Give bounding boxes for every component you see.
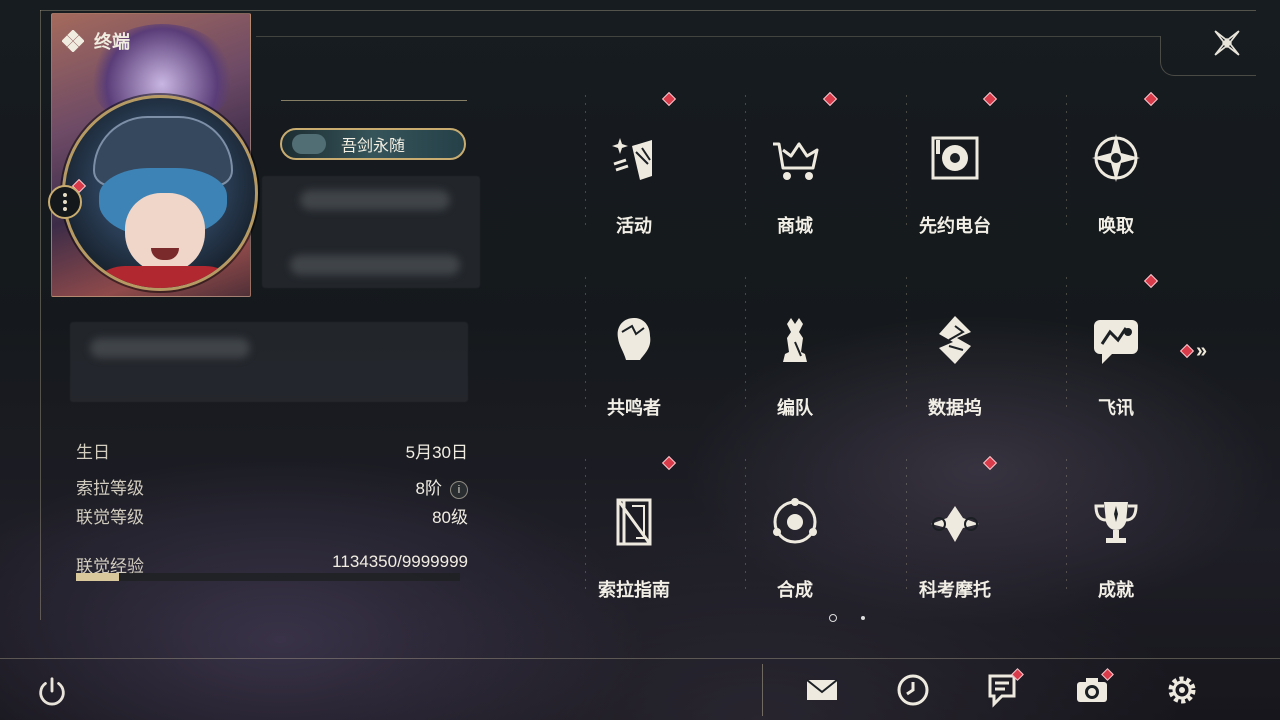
power-icon	[39, 677, 65, 706]
menu-item-label: 共鸣者	[607, 398, 661, 418]
grid-separator	[906, 277, 907, 412]
data-dock-icon	[923, 310, 987, 370]
name-divider	[281, 100, 467, 101]
grid-separator	[1066, 95, 1067, 230]
menu-item-trophy[interactable]: 成就	[1046, 452, 1186, 602]
signature-box[interactable]	[70, 322, 468, 402]
menu-item-label: 先约电台	[919, 216, 991, 236]
guide-book-icon	[602, 492, 666, 552]
notification-badge	[982, 455, 998, 471]
grid-separator	[585, 277, 586, 412]
next-page-button[interactable]: »	[1179, 339, 1222, 362]
double-chevron-right-icon: »	[1196, 339, 1207, 362]
exp-progress-bar	[76, 573, 460, 581]
chess-pieces-icon	[763, 310, 827, 370]
menu-item-label: 成就	[1098, 580, 1134, 600]
notes-button[interactable]	[980, 668, 1024, 712]
notification-badge	[982, 91, 998, 107]
menu-item-chess-pieces[interactable]: 编队	[725, 270, 865, 420]
synthesis-orbit-icon	[763, 492, 827, 552]
settings-gear-button[interactable]	[1160, 668, 1204, 712]
compass-star-icon	[1084, 128, 1148, 188]
grid-separator	[745, 459, 746, 594]
close-x-icon	[1214, 30, 1240, 56]
power-button[interactable]	[30, 670, 74, 714]
menu-item-synthesis-orbit[interactable]: 合成	[725, 452, 865, 602]
radio-disc-icon	[923, 128, 987, 188]
sola-level-row: 索拉等级 8阶 i	[76, 474, 468, 499]
grid-separator	[745, 277, 746, 412]
close-button[interactable]	[1206, 22, 1248, 64]
menu-item-label: 商城	[777, 216, 813, 236]
bottom-bar-divider	[0, 658, 1280, 659]
player-title-badge[interactable]: 吾剑永随	[280, 128, 466, 160]
union-level-label: 联觉等级	[76, 508, 144, 527]
badge-portrait	[292, 134, 326, 154]
union-level-value: 80级	[432, 508, 468, 527]
notification-badge	[1143, 273, 1159, 289]
page-title: 终端	[62, 28, 130, 54]
camera-button[interactable]	[1070, 668, 1114, 712]
title-text: 终端	[94, 32, 130, 52]
grid-separator	[585, 95, 586, 230]
menu-item-label: 数据坞	[928, 398, 982, 418]
notification-badge	[1143, 91, 1159, 107]
bottom-bar-separator	[762, 664, 763, 716]
notification-badge	[661, 455, 677, 471]
clock-icon	[897, 674, 929, 706]
chat-bubble-icon	[1084, 310, 1148, 370]
menu-item-label: 科考摩托	[919, 580, 991, 600]
birthday-value: 5月30日	[405, 443, 468, 462]
title-badge-text: 吾剑永随	[340, 138, 405, 155]
avatar[interactable]	[62, 95, 258, 291]
redacted-uid	[290, 255, 460, 275]
profile-menu-button[interactable]	[48, 185, 82, 219]
menu-item-chat-bubble[interactable]: 飞讯	[1046, 270, 1186, 420]
motorcycle-icon	[923, 492, 987, 552]
grid-separator	[906, 95, 907, 230]
grid-separator	[745, 95, 746, 230]
frame-line-top	[40, 10, 1256, 11]
page-indicator-2[interactable]	[861, 616, 865, 620]
birthday-row: 生日 5月30日	[76, 438, 468, 463]
mail-button[interactable]	[800, 668, 844, 712]
menu-item-compass-star[interactable]: 唤取	[1046, 88, 1186, 238]
menu-item-label: 合成	[777, 580, 813, 600]
grid-separator	[906, 459, 907, 594]
page-indicator-1[interactable]	[829, 614, 837, 622]
vertical-dots-icon	[63, 193, 67, 211]
grid-separator	[1066, 277, 1067, 412]
exp-progress-fill	[76, 573, 120, 581]
redacted-signature	[90, 338, 250, 358]
birthday-label: 生日	[76, 443, 110, 462]
redacted-name	[300, 190, 450, 210]
union-level-row: 联觉等级 80级	[76, 503, 468, 528]
clock-button[interactable]	[891, 668, 935, 712]
trophy-icon	[1084, 492, 1148, 552]
menu-item-label: 编队	[777, 398, 813, 418]
notification-badge	[822, 91, 838, 107]
mail-icon	[806, 679, 838, 700]
grid-separator	[1066, 459, 1067, 594]
menu-item-label: 唤取	[1098, 216, 1134, 236]
diamond-cluster-icon	[62, 30, 84, 52]
sola-level-value: 8阶	[415, 479, 442, 498]
grid-separator	[585, 459, 586, 594]
menu-item-label: 活动	[616, 216, 652, 236]
notification-badge	[661, 91, 677, 107]
menu-item-crown-cart[interactable]: 商城	[725, 88, 865, 238]
settings-gear-icon	[1168, 676, 1196, 704]
crown-cart-icon	[763, 128, 827, 188]
sola-level-value-wrap: 8阶 i	[416, 474, 468, 499]
menu-item-label: 飞讯	[1098, 398, 1134, 418]
menu-item-label: 索拉指南	[598, 580, 670, 600]
sparkle-banner-icon	[602, 128, 666, 188]
info-icon[interactable]: i	[450, 480, 468, 499]
frame-line-left	[40, 10, 41, 620]
sola-level-label: 索拉等级	[76, 479, 144, 498]
character-head-icon	[602, 310, 666, 370]
frame-line-inner	[256, 36, 1160, 37]
